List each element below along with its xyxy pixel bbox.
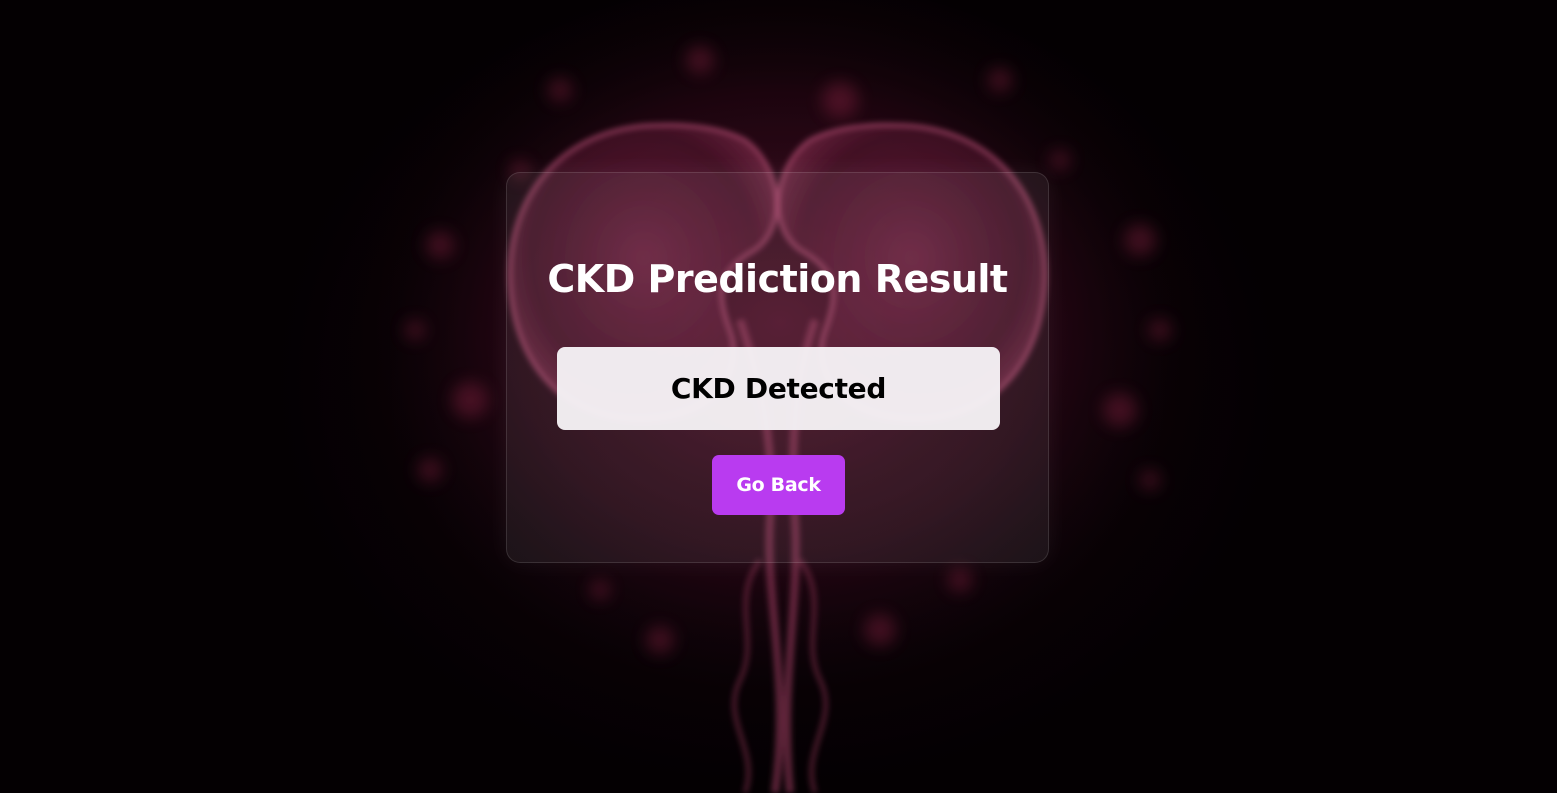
page-background: CKD Prediction Result CKD Detected Go Ba… [0,0,1557,793]
prediction-result-text: CKD Detected [670,372,887,405]
result-card: CKD Prediction Result CKD Detected Go Ba… [506,172,1049,563]
go-back-button[interactable]: Go Back [712,455,845,515]
page-title: CKD Prediction Result [547,257,1008,301]
prediction-result-box: CKD Detected [557,347,1000,430]
